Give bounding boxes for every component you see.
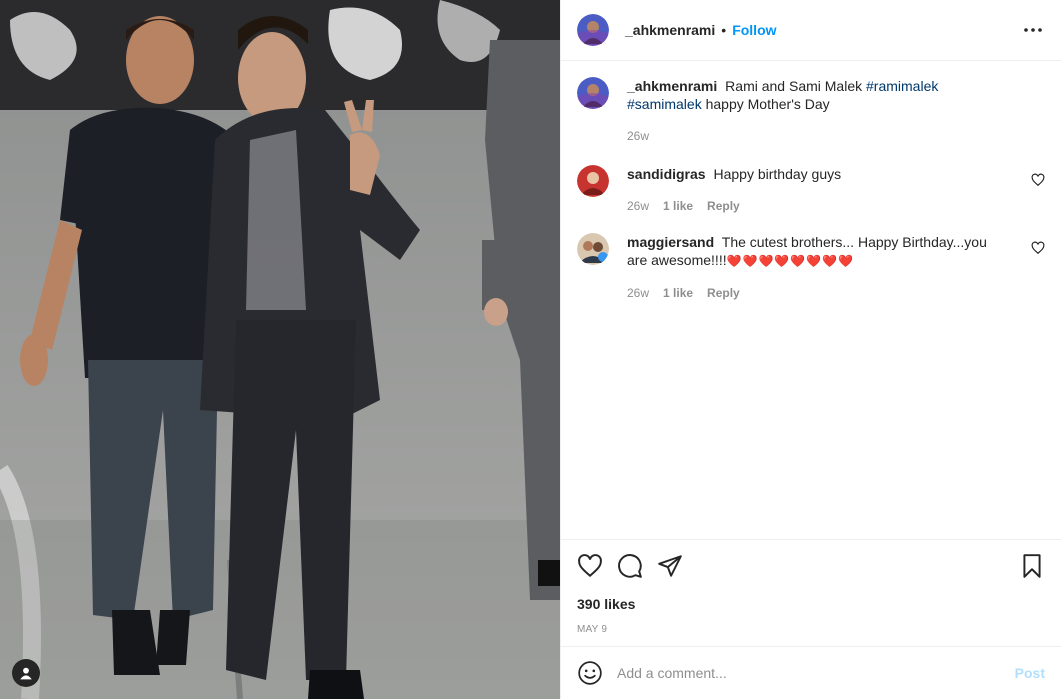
emoji-icon[interactable] [577, 660, 603, 686]
user-tag-button[interactable] [12, 659, 40, 687]
heart-icon[interactable] [1031, 173, 1045, 187]
separator-dot: • [721, 22, 727, 38]
author-avatar[interactable] [577, 77, 609, 109]
post-actions: 390 likes MAY 9 [561, 539, 1061, 646]
user-tag-icon [20, 667, 32, 680]
caption: _ahkmenrami Rami and Sami Malek #ramimal… [577, 77, 1045, 145]
comment-item: sandidigras Happy birthday guys 26w 1 li… [577, 165, 1045, 215]
comment-like-count[interactable]: 1 like [663, 197, 693, 215]
comment-text: Happy birthday guys [713, 166, 842, 182]
comment-item: maggiersand The cutest brothers... Happy… [577, 233, 1045, 302]
hashtag-link[interactable]: #ramimalek [866, 78, 938, 94]
reply-button[interactable]: Reply [707, 197, 740, 215]
more-options-icon [1024, 28, 1042, 32]
bookmark-icon [1023, 554, 1041, 578]
follow-button[interactable]: Follow [732, 22, 776, 38]
comment-body: sandidigras Happy birthday guys 26w 1 li… [627, 165, 1045, 215]
post-comment-button[interactable]: Post [1015, 665, 1045, 681]
save-button[interactable] [1019, 553, 1045, 579]
comment-input[interactable] [617, 665, 1015, 681]
caption-time[interactable]: 26w [627, 127, 649, 145]
comment-meta: 26w 1 like Reply [627, 197, 1009, 215]
caption-tail: happy Mother's Day [705, 96, 830, 112]
comment-meta: 26w 1 like Reply [627, 284, 1009, 302]
caption-meta: 26w [627, 127, 1009, 145]
post-header: _ahkmenrami • Follow [561, 0, 1061, 61]
more-options-button[interactable] [1021, 18, 1045, 42]
post-dialog: _ahkmenrami • Follow _ahkmenrami Rami an… [0, 0, 1061, 699]
commenter-avatar[interactable] [577, 165, 609, 197]
comment-like-count[interactable]: 1 like [663, 284, 693, 302]
comment-icon [618, 554, 642, 578]
reply-button[interactable]: Reply [707, 284, 740, 302]
author-username[interactable]: _ahkmenrami [625, 22, 715, 38]
caption-body: _ahkmenrami Rami and Sami Malek #ramimal… [627, 77, 1045, 145]
share-button[interactable] [657, 553, 683, 579]
share-icon [658, 555, 682, 577]
post-photo[interactable] [0, 0, 560, 699]
heart-icon[interactable] [1031, 241, 1045, 255]
hashtag-link[interactable]: #samimalek [627, 96, 702, 112]
action-icons [577, 550, 1045, 582]
like-count[interactable]: 390 likes [577, 596, 1045, 612]
caption-main: Rami and Sami Malek [725, 78, 863, 94]
author-avatar[interactable] [577, 14, 609, 46]
like-button[interactable] [577, 553, 603, 579]
photo-scene [0, 0, 560, 699]
comment-composer: Post [561, 646, 1061, 699]
comment-username[interactable]: sandidigras [627, 166, 706, 182]
commenter-avatar[interactable] [577, 233, 609, 265]
post-sidebar: _ahkmenrami • Follow _ahkmenrami Rami an… [560, 0, 1061, 699]
post-date[interactable]: MAY 9 [577, 624, 1045, 635]
comment-time[interactable]: 26w [627, 197, 649, 215]
comment-username[interactable]: maggiersand [627, 234, 714, 250]
comment-body: maggiersand The cutest brothers... Happy… [627, 233, 1045, 302]
caption-text: _ahkmenrami Rami and Sami Malek #ramimal… [627, 77, 1009, 113]
comments-list[interactable]: _ahkmenrami Rami and Sami Malek #ramimal… [561, 61, 1061, 539]
comment-time[interactable]: 26w [627, 284, 649, 302]
comment-button[interactable] [617, 553, 643, 579]
caption-username[interactable]: _ahkmenrami [627, 78, 717, 94]
heart-icon [578, 554, 602, 578]
hearts-emoji: ❤️❤️❤️❤️❤️❤️❤️❤️ [726, 254, 855, 268]
